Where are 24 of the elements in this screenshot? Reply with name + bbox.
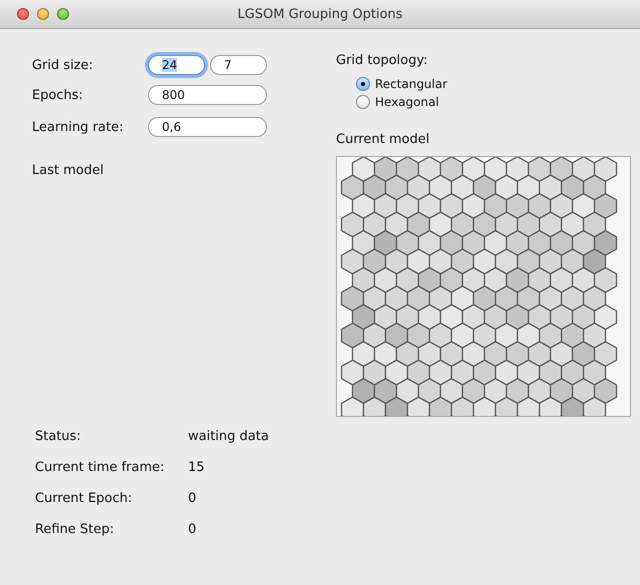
status-value: 0 [188,522,196,537]
window-title: LGSOM Grouping Options [237,6,403,22]
status-value: waiting data [188,429,269,444]
zoom-button[interactable] [57,8,69,20]
close-button[interactable] [17,8,29,20]
status-label: Refine Step: [35,522,115,537]
input-field[interactable]: 800 [148,85,267,105]
radio-option[interactable]: Hexagonal [356,95,640,109]
input-field[interactable]: 0,6 [148,117,267,137]
input-field[interactable]: 7 [210,55,267,75]
field-label: Learning rate: [32,120,124,134]
field-label: Epochs: [32,88,84,102]
input-field[interactable]: 24 [148,55,205,75]
section-title: Current model [336,132,430,147]
minimize-button[interactable] [37,8,49,20]
field-label: Grid size: [32,58,94,72]
field-label: Grid topology: [336,53,428,68]
status-label: Current Epoch: [35,491,134,506]
section-title: Last model [32,163,104,178]
radio-option[interactable]: Rectangular [356,77,640,91]
status-label: Status: [35,429,82,444]
status-value: 0 [188,491,196,506]
status-value: 15 [188,460,205,475]
status-label: Current time frame: [35,460,166,475]
